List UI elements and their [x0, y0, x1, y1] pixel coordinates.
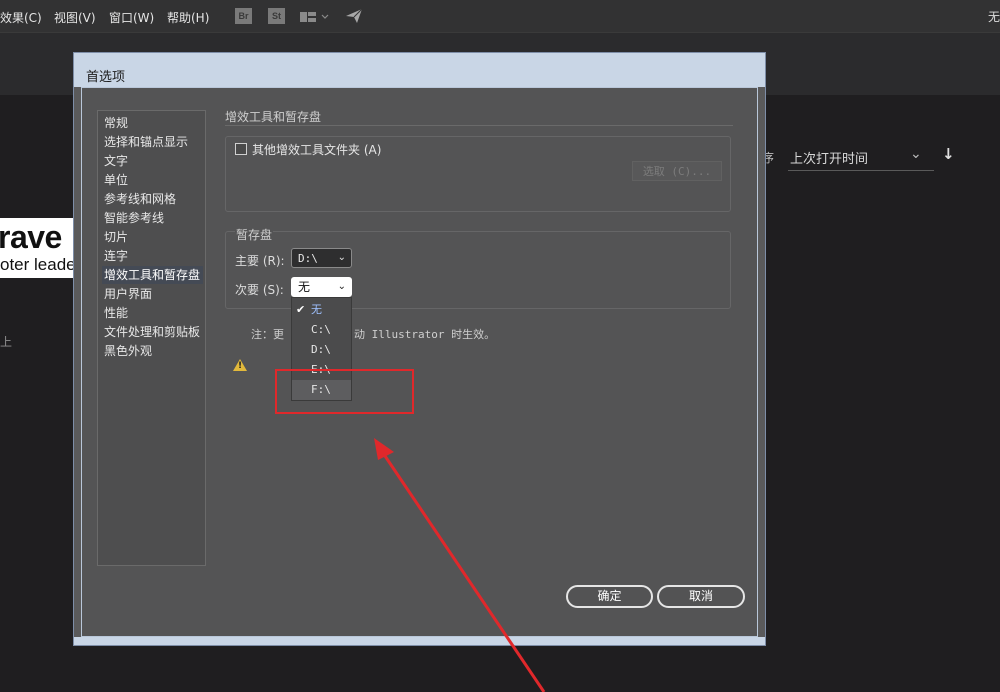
- dialog-bottom-border: [74, 637, 765, 645]
- menu-help[interactable]: 帮助(H): [167, 9, 209, 26]
- chevron-down-icon: ⌄: [337, 281, 346, 292]
- nav-item-user-interface[interactable]: 用户界面: [102, 285, 203, 303]
- primary-disk-select[interactable]: D:\ ⌄: [291, 248, 352, 268]
- nav-item-units[interactable]: 单位: [102, 171, 203, 189]
- checkmark-icon: ✔: [296, 303, 306, 316]
- nav-item-slices[interactable]: 切片: [102, 228, 203, 246]
- sort-direction-icon[interactable]: ↓: [942, 145, 955, 163]
- dialog-body: 常规 选择和锚点显示 文字 单位 参考线和网格 智能参考线 切片 连字 增效工具…: [81, 87, 758, 637]
- cancel-button[interactable]: 取消: [657, 585, 745, 608]
- plugins-group: 其他增效工具文件夹 (A) 选取 (C)...: [225, 136, 731, 212]
- plugins-section-title: 增效工具和暂存盘: [225, 110, 322, 124]
- dialog-titlebar[interactable]: 首选项: [74, 53, 765, 87]
- secondary-disk-label: 次要 (S):: [235, 283, 284, 297]
- primary-disk-label: 主要 (R):: [235, 254, 285, 268]
- section-divider: [225, 125, 733, 126]
- sort-select[interactable]: 上次打开时间: [790, 148, 868, 167]
- warning-mark: !: [238, 361, 243, 371]
- nav-item-selection-anchor[interactable]: 选择和锚点显示: [102, 133, 203, 151]
- scratch-section-title: 暂存盘: [235, 226, 274, 243]
- menu-view[interactable]: 视图(V): [54, 9, 96, 26]
- dropdown-option-c[interactable]: C:\: [292, 320, 351, 340]
- nav-item-general[interactable]: 常规: [102, 114, 203, 132]
- nav-item-smart-guides[interactable]: 智能参考线: [102, 209, 203, 227]
- dialog-title: 首选项: [86, 70, 126, 85]
- workspace-layout-icon[interactable]: [300, 11, 329, 22]
- choose-folder-button[interactable]: 选取 (C)...: [632, 161, 722, 181]
- nav-item-plugins-scratch[interactable]: 增效工具和暂存盘: [102, 266, 203, 284]
- menu-bar: 效果(C) 视图(V) 窗口(W) 帮助(H) Br St 无: [0, 0, 1000, 32]
- thumbnail-subtitle: oter leade: [0, 255, 76, 274]
- menu-right-text: 无: [988, 10, 1000, 24]
- dropdown-option-none[interactable]: ✔ 无: [292, 300, 351, 320]
- nav-item-black-appearance[interactable]: 黑色外观: [102, 342, 203, 360]
- note-suffix: 动 Illustrator 时生效。: [354, 328, 496, 341]
- chevron-down-icon: ⌄: [337, 252, 346, 263]
- nav-item-file-handling[interactable]: 文件处理和剪贴板: [102, 323, 203, 341]
- nav-item-performance[interactable]: 性能: [102, 304, 203, 322]
- primary-disk-value: D:\: [298, 252, 318, 265]
- send-icon[interactable]: [345, 7, 363, 28]
- nav-item-type[interactable]: 文字: [102, 152, 203, 170]
- nav-item-guides-grid[interactable]: 参考线和网格: [102, 190, 203, 208]
- secondary-disk-select[interactable]: 无 ⌄: [291, 277, 352, 297]
- preferences-dialog: 首选项 常规 选择和锚点显示 文字 单位 参考线和网格 智能参考线 切片 连字 …: [73, 52, 766, 646]
- nav-item-hyphenation[interactable]: 连字: [102, 247, 203, 265]
- chevron-down-icon[interactable]: ⌄: [910, 146, 922, 162]
- note-prefix: 注：更: [251, 328, 284, 341]
- menu-effect[interactable]: 效果(C): [0, 9, 42, 26]
- plugins-folder-checkbox[interactable]: [235, 143, 247, 155]
- thumbnail-title: rave: [0, 219, 62, 255]
- preferences-nav: 常规 选择和锚点显示 文字 单位 参考线和网格 智能参考线 切片 连字 增效工具…: [97, 110, 206, 566]
- bridge-icon[interactable]: Br: [235, 8, 252, 24]
- background-side-text: 上: [0, 335, 13, 349]
- dropdown-option-d[interactable]: D:\: [292, 340, 351, 360]
- ok-button[interactable]: 确定: [566, 585, 653, 608]
- secondary-disk-value: 无: [298, 280, 311, 294]
- sort-underline: [788, 170, 934, 171]
- highlight-box: [275, 369, 414, 414]
- menu-window[interactable]: 窗口(W): [109, 9, 154, 26]
- plugins-folder-label: 其他增效工具文件夹 (A): [252, 143, 382, 157]
- stock-icon[interactable]: St: [268, 8, 285, 24]
